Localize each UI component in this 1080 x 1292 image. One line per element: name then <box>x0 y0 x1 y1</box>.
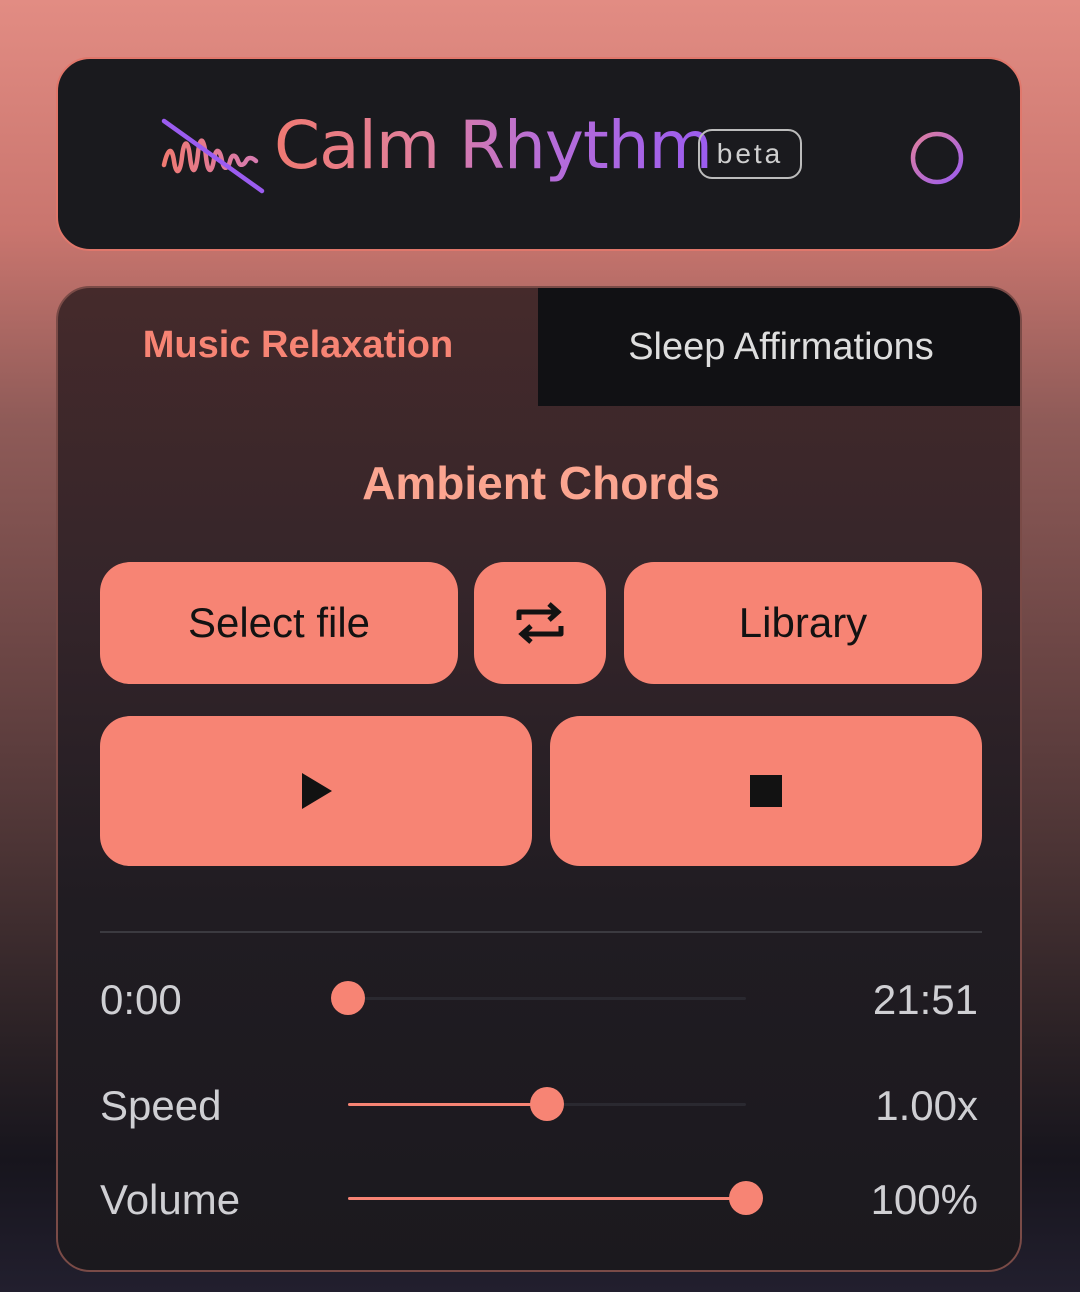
tab-sleep-affirmations[interactable]: Sleep Affirmations <box>538 288 1020 406</box>
speed-fill <box>348 1103 547 1106</box>
select-file-label: Select file <box>187 599 371 646</box>
speed-thumb[interactable] <box>530 1087 564 1121</box>
repeat-button[interactable] <box>474 562 606 684</box>
tab-music-relaxation[interactable]: Music Relaxation <box>58 288 538 406</box>
speed-value: 1.00x <box>875 1082 978 1129</box>
stop-button[interactable] <box>550 716 982 866</box>
play-button[interactable] <box>100 716 532 866</box>
waveform-slash-icon <box>161 118 265 194</box>
track-title: Ambient Chords <box>362 457 720 509</box>
app-title: Calm Rhythm <box>274 107 713 184</box>
info-icon[interactable] <box>908 129 966 187</box>
volume-thumb[interactable] <box>729 1181 763 1215</box>
volume-label: Volume <box>100 1176 241 1223</box>
player-card: Music Relaxation Sleep Affirmations Ambi… <box>56 286 1022 1272</box>
volume-slider[interactable] <box>348 1181 763 1215</box>
divider <box>100 931 982 933</box>
progress-slider[interactable] <box>331 981 746 1015</box>
app-header: Calm Rhythm beta <box>56 57 1022 251</box>
play-icon <box>302 773 332 809</box>
beta-badge: beta <box>698 129 802 179</box>
select-file-button[interactable]: Select file <box>100 562 458 684</box>
progress-thumb[interactable] <box>331 981 365 1015</box>
total-time: 21:51 <box>872 976 978 1023</box>
library-label: Library <box>738 599 868 646</box>
library-button[interactable]: Library <box>624 562 982 684</box>
volume-value: 100% <box>870 1176 978 1223</box>
current-time: 0:00 <box>100 976 182 1023</box>
stop-icon <box>750 775 782 807</box>
speed-slider[interactable] <box>348 1087 746 1121</box>
repeat-icon <box>516 602 564 644</box>
speed-label: Speed <box>100 1082 222 1129</box>
volume-fill <box>348 1197 746 1200</box>
